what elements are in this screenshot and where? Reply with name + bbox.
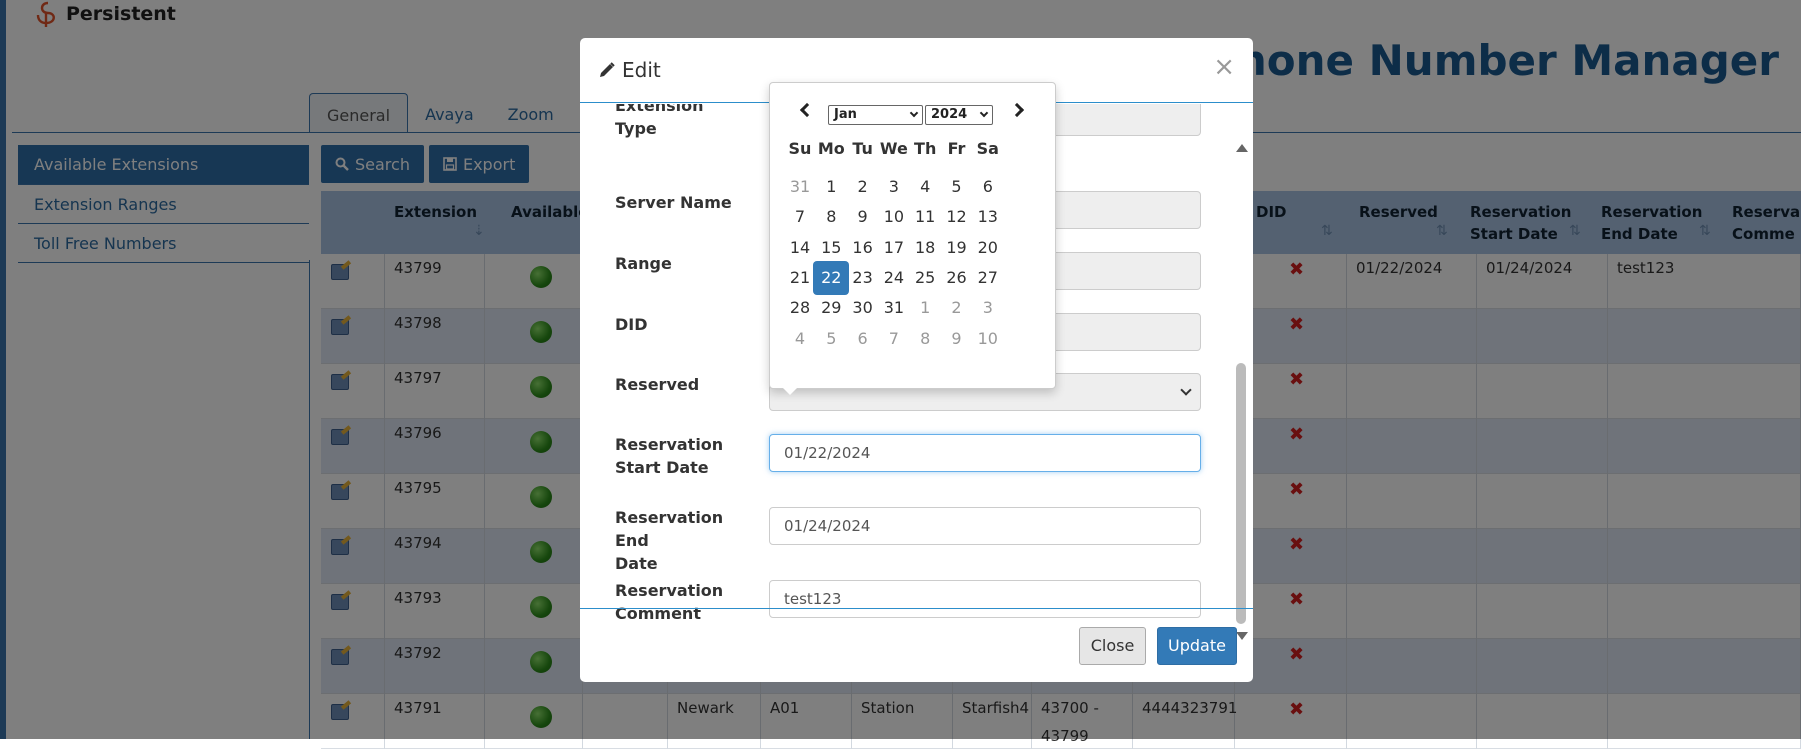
reserved-label: Reserved bbox=[615, 375, 700, 394]
scroll-up-icon[interactable] bbox=[1236, 144, 1248, 152]
datepicker-caret bbox=[783, 388, 797, 395]
calendar-day[interactable]: 25 bbox=[907, 261, 943, 295]
close-button[interactable]: Close bbox=[1079, 627, 1146, 665]
reservation-end-input[interactable]: 01/24/2024 bbox=[769, 507, 1201, 545]
chevron-down-icon bbox=[979, 108, 989, 118]
reservation-comment-label-line1: Reservation bbox=[615, 581, 724, 600]
update-button[interactable]: Update bbox=[1157, 627, 1237, 665]
calendar-day[interactable]: 8 bbox=[813, 200, 849, 234]
calendar-day[interactable]: 5 bbox=[813, 322, 849, 356]
chevron-down-icon bbox=[1180, 384, 1192, 396]
chevron-right-icon[interactable] bbox=[1009, 102, 1025, 118]
calendar-day[interactable]: 4 bbox=[907, 170, 943, 204]
extension-type-label: Extension Type bbox=[615, 104, 704, 138]
scrollbar-thumb[interactable] bbox=[1236, 363, 1246, 624]
calendar-day[interactable]: 11 bbox=[907, 200, 943, 234]
calendar-day[interactable]: 20 bbox=[970, 231, 1006, 265]
month-select[interactable]: Jan bbox=[828, 105, 923, 125]
server-name-label: Server Name bbox=[615, 193, 732, 212]
reservation-start-label-line2: Start Date bbox=[615, 458, 709, 477]
close-icon[interactable]: × bbox=[1213, 52, 1235, 82]
calendar-day[interactable]: 10 bbox=[970, 322, 1006, 356]
calendar-day[interactable]: 1 bbox=[907, 291, 943, 325]
calendar-day-selected[interactable]: 22 bbox=[813, 260, 850, 295]
did-label: DID bbox=[615, 315, 648, 334]
reservation-start-input[interactable]: 01/22/2024 bbox=[769, 434, 1201, 472]
calendar-day[interactable]: 15 bbox=[813, 231, 849, 265]
calendar-day[interactable]: 18 bbox=[907, 231, 943, 265]
calendar-day[interactable]: 8 bbox=[907, 322, 943, 356]
calendar-day[interactable]: 13 bbox=[970, 200, 1006, 234]
calendar-day[interactable]: 3 bbox=[970, 291, 1006, 325]
dialog-footer: Close Update bbox=[580, 608, 1253, 682]
dialog-title-text: Edit bbox=[622, 58, 661, 82]
year-select[interactable]: 2024 bbox=[925, 105, 993, 125]
reservation-start-label-line1: Reservation bbox=[615, 435, 724, 454]
reservation-end-label: Reservation End Date bbox=[615, 506, 755, 575]
month-select-value: Jan bbox=[834, 107, 857, 122]
chevron-left-icon[interactable] bbox=[799, 102, 815, 118]
pencil-icon bbox=[600, 62, 615, 77]
datepicker-popup: Jan 2024 Su Mo Tu We Th Fr Sa 31 1 2 3 4 5 6 7 8 9 10 11 12… bbox=[769, 82, 1056, 389]
calendar-day[interactable]: 29 bbox=[813, 291, 849, 325]
calendar-day[interactable]: 6 bbox=[970, 170, 1006, 204]
reservation-end-label-line1: Reservation End bbox=[615, 508, 724, 550]
chevron-down-icon bbox=[909, 108, 919, 118]
weekday-label: Sa bbox=[976, 139, 999, 158]
dialog-title: Edit bbox=[598, 58, 661, 82]
calendar-day[interactable]: 1 bbox=[813, 170, 849, 204]
dialog-scrollbar[interactable] bbox=[1235, 144, 1248, 640]
year-select-value: 2024 bbox=[931, 107, 968, 122]
reservation-start-label: Reservation Start Date bbox=[615, 433, 745, 479]
reservation-end-label-line2: Date bbox=[615, 554, 658, 573]
page: Persistent Phone Number Manager General … bbox=[0, 0, 1801, 749]
range-label: Range bbox=[615, 254, 672, 273]
calendar-day[interactable]: 27 bbox=[970, 261, 1006, 295]
